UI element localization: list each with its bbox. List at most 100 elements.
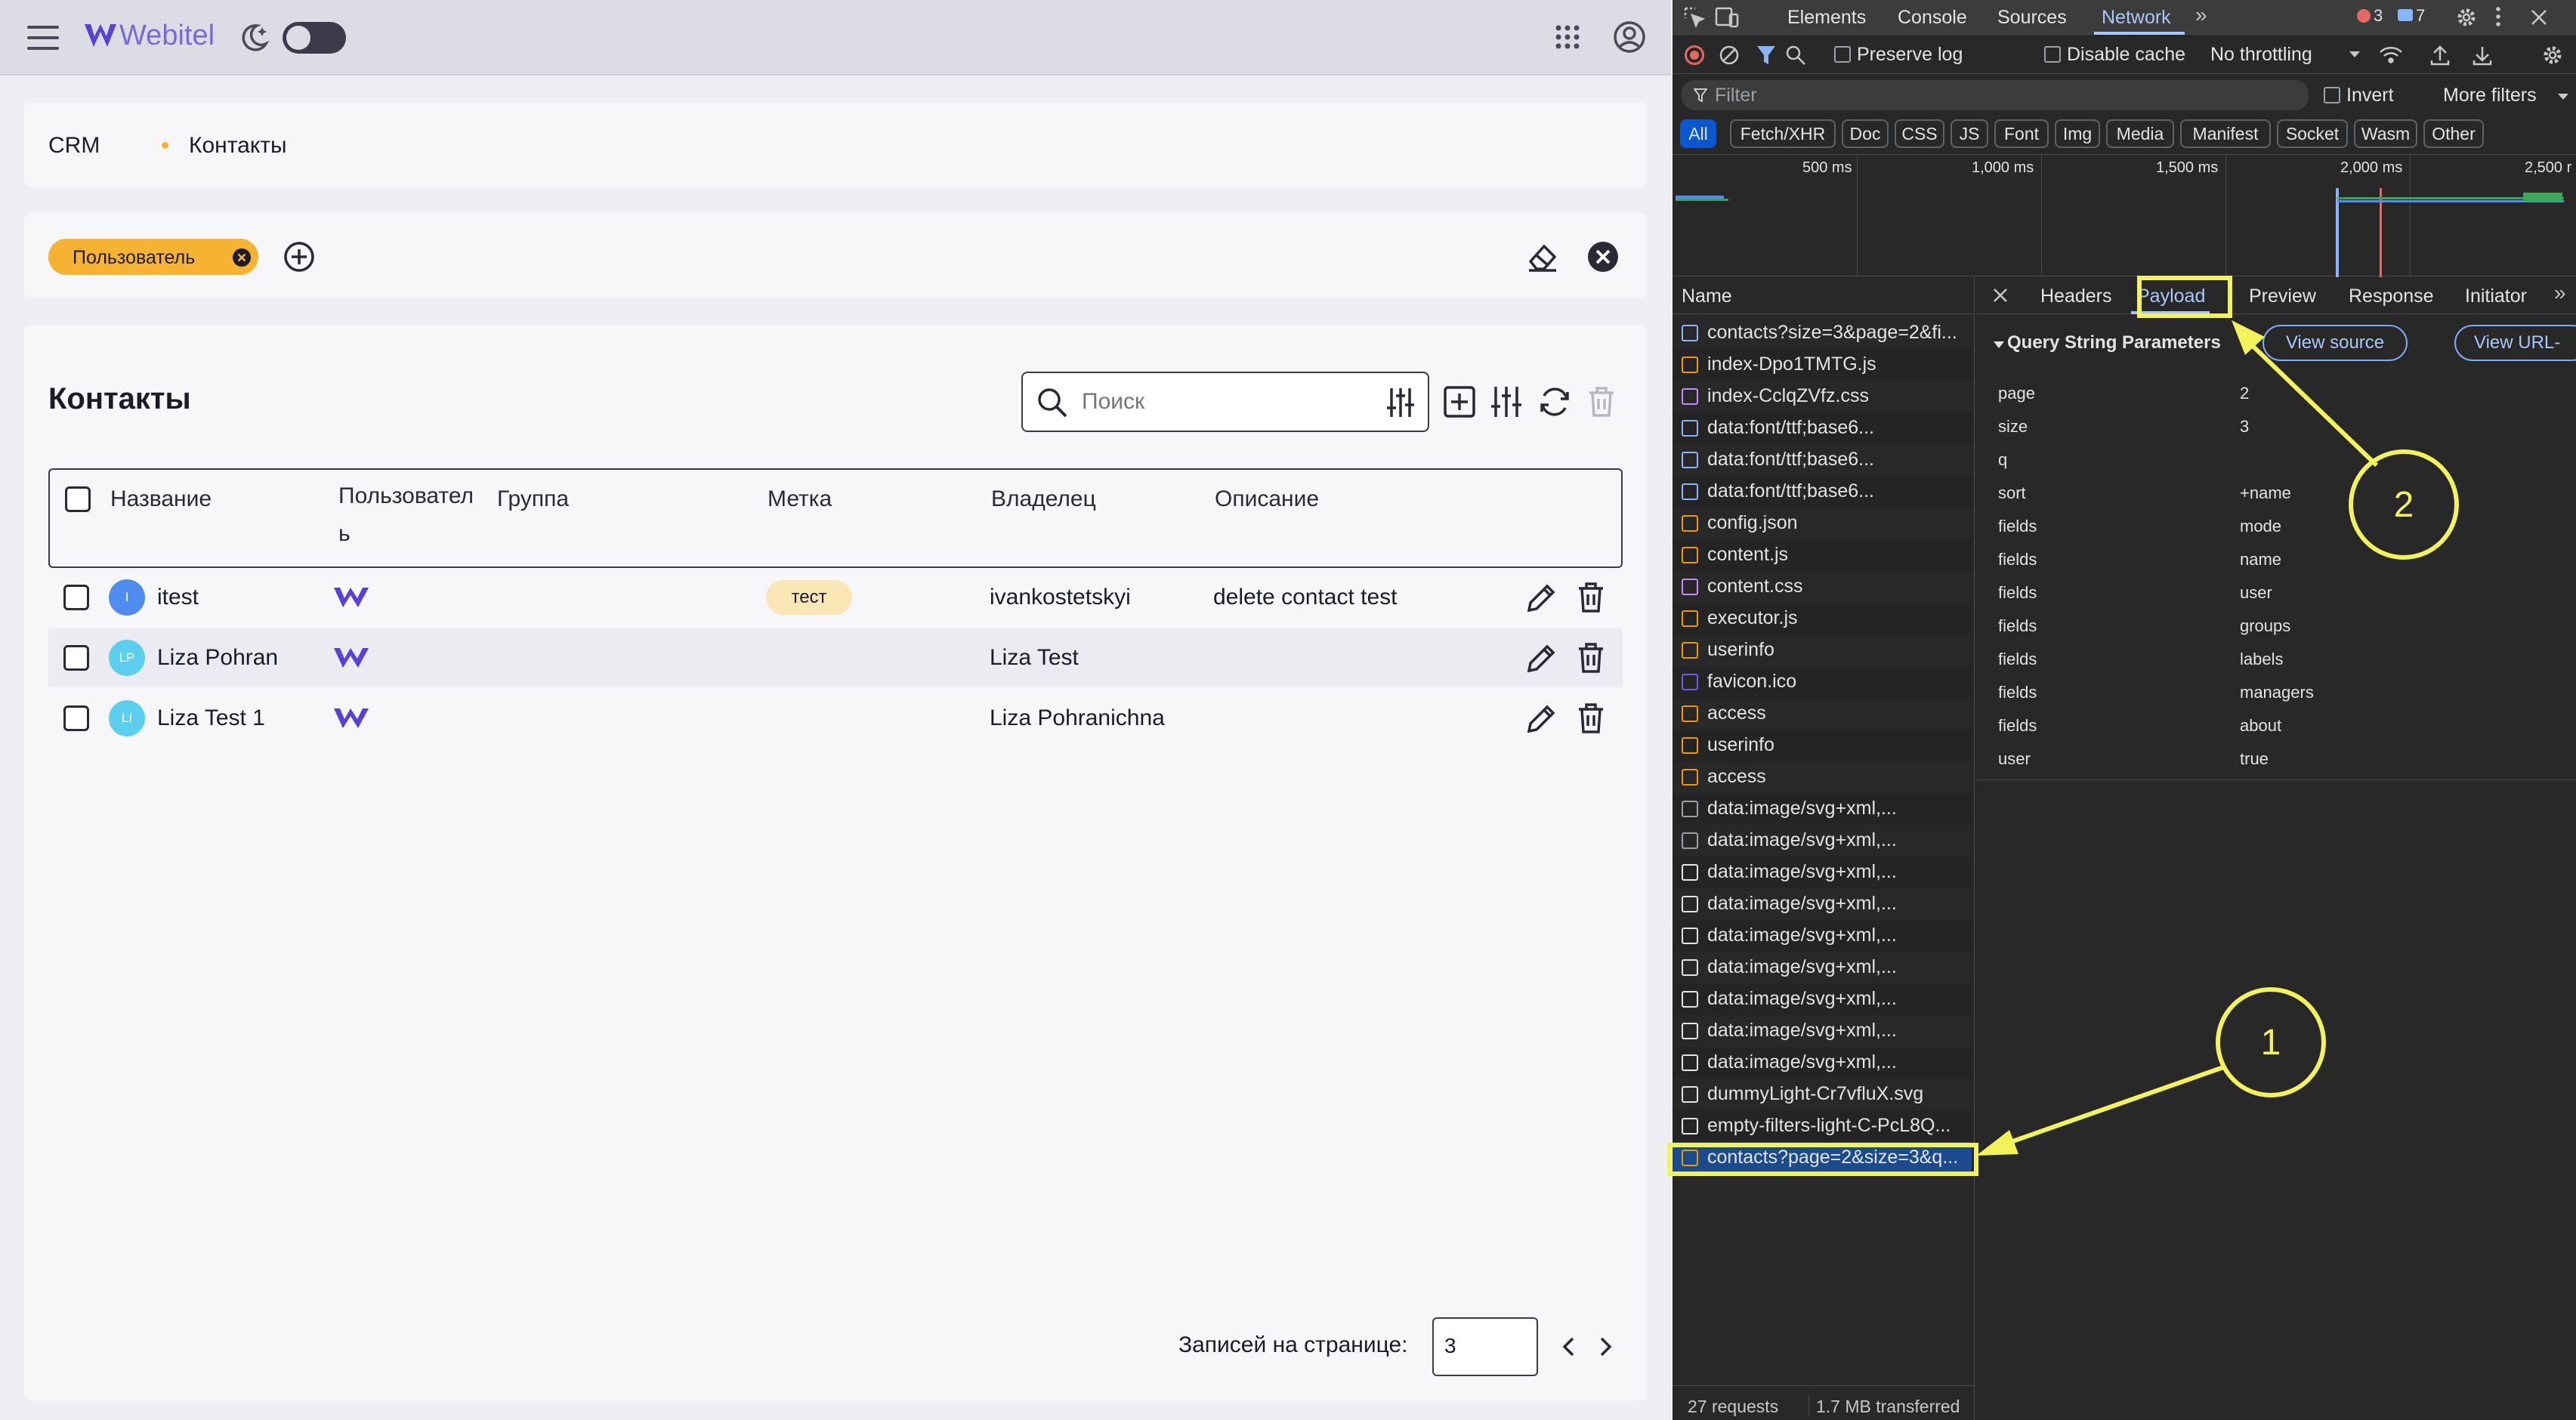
request-row[interactable]: access bbox=[1673, 698, 1972, 730]
theme-toggle[interactable] bbox=[283, 22, 346, 54]
search-icon[interactable] bbox=[1784, 44, 1807, 66]
request-row[interactable]: access bbox=[1673, 761, 1972, 793]
column-header-label[interactable]: Метка bbox=[768, 486, 832, 512]
type-filter-fetch-xhr[interactable]: Fetch/XHR bbox=[1730, 119, 1836, 148]
type-filter-js[interactable]: JS bbox=[1951, 119, 1988, 148]
type-filter-wasm[interactable]: Wasm bbox=[2354, 119, 2417, 148]
request-row[interactable]: data:image/svg+xml,... bbox=[1673, 825, 1972, 857]
close-devtools-icon[interactable] bbox=[2528, 6, 2550, 29]
request-row[interactable]: index-CclqZVfz.css bbox=[1673, 381, 1972, 412]
chip-close-icon[interactable] bbox=[233, 248, 251, 267]
request-row[interactable]: content.css bbox=[1673, 571, 1972, 603]
type-filter-all[interactable]: All bbox=[1680, 119, 1716, 148]
delete-selected-icon[interactable] bbox=[1586, 385, 1617, 418]
request-row[interactable]: contacts?size=3&page=2&fi... bbox=[1673, 317, 1972, 349]
request-row[interactable]: data:font/ttf;base6... bbox=[1673, 444, 1972, 476]
edit-icon[interactable] bbox=[1526, 702, 1558, 734]
column-header-name[interactable]: Название bbox=[110, 486, 212, 512]
refresh-icon[interactable] bbox=[1538, 385, 1571, 418]
export-har-icon[interactable] bbox=[2472, 44, 2493, 66]
preserve-log-checkbox[interactable] bbox=[1834, 46, 1851, 63]
throttling-chevron-down-icon[interactable] bbox=[2349, 51, 2360, 57]
invert-checkbox[interactable] bbox=[2324, 87, 2340, 103]
more-options-icon[interactable] bbox=[2494, 5, 2502, 29]
request-row[interactable]: favicon.ico bbox=[1673, 666, 1972, 698]
contact-name[interactable]: Liza Pohran bbox=[157, 645, 278, 671]
request-row[interactable]: empty-filters-light-C-PcL8Q... bbox=[1673, 1110, 1972, 1142]
view-source-button[interactable]: View source bbox=[2262, 325, 2408, 361]
delete-icon[interactable] bbox=[1576, 702, 1606, 734]
contact-name[interactable]: itest bbox=[157, 585, 199, 610]
message-count[interactable]: 7 bbox=[2416, 6, 2425, 26]
detail-tab-initiator[interactable]: Initiator bbox=[2465, 286, 2527, 307]
throttling-select[interactable]: No throttling bbox=[2210, 44, 2312, 66]
row-checkbox[interactable] bbox=[63, 705, 89, 731]
row-checkbox[interactable] bbox=[63, 645, 89, 671]
per-page-input[interactable]: 3 bbox=[1432, 1317, 1538, 1376]
timeline-overview[interactable]: 500 ms 1,000 ms 1,500 ms 2,000 ms 2,500 … bbox=[1673, 154, 2576, 277]
column-header-user[interactable]: Пользовател ь bbox=[338, 477, 490, 553]
webitel-logo-icon[interactable] bbox=[83, 21, 118, 51]
next-page-icon[interactable] bbox=[1595, 1335, 1615, 1358]
request-row[interactable]: index-Dpo1TMTG.js bbox=[1673, 349, 1972, 381]
delete-icon[interactable] bbox=[1576, 582, 1606, 613]
invert-label[interactable]: Invert bbox=[2346, 85, 2394, 106]
type-filter-font[interactable]: Font bbox=[1994, 119, 2049, 148]
filter-funnel-icon[interactable] bbox=[1756, 44, 1777, 66]
clear-filters-icon[interactable] bbox=[1586, 240, 1620, 273]
request-row[interactable]: userinfo bbox=[1673, 730, 1972, 761]
network-settings-icon[interactable] bbox=[2541, 44, 2564, 66]
tab-network[interactable]: Network bbox=[2102, 7, 2171, 29]
prev-page-icon[interactable] bbox=[1559, 1335, 1579, 1358]
contact-name[interactable]: Liza Test 1 bbox=[157, 705, 265, 731]
request-row[interactable]: executor.js bbox=[1673, 603, 1972, 634]
type-filter-socket[interactable]: Socket bbox=[2277, 119, 2348, 148]
request-row[interactable]: data:image/svg+xml,... bbox=[1673, 952, 1972, 983]
type-filter-img[interactable]: Img bbox=[2055, 119, 2100, 148]
request-row[interactable]: data:image/svg+xml,... bbox=[1673, 920, 1972, 952]
more-filters-button[interactable]: More filters bbox=[2443, 85, 2537, 106]
request-row[interactable]: data:image/svg+xml,... bbox=[1673, 1047, 1972, 1079]
column-header-description[interactable]: Описание bbox=[1215, 486, 1319, 512]
table-row[interactable]: LP Liza Pohran Liza Test bbox=[48, 628, 1623, 687]
inspect-element-icon[interactable] bbox=[1683, 6, 1706, 29]
preserve-log-label[interactable]: Preserve log bbox=[1857, 44, 1963, 66]
network-conditions-icon[interactable] bbox=[2378, 44, 2404, 66]
column-header-group[interactable]: Группа bbox=[497, 486, 569, 512]
more-tabs-icon[interactable]: » bbox=[2195, 3, 2207, 27]
breadcrumb-root[interactable]: CRM bbox=[48, 133, 100, 159]
request-row[interactable]: dummyLight-Cr7vfluX.svg bbox=[1673, 1079, 1972, 1110]
menu-icon[interactable] bbox=[27, 24, 59, 51]
request-row[interactable]: data:image/svg+xml,... bbox=[1673, 888, 1972, 920]
filter-chip[interactable]: Пользователь bbox=[48, 239, 258, 275]
type-filter-css[interactable]: CSS bbox=[1895, 119, 1944, 148]
error-icon[interactable] bbox=[2357, 9, 2371, 23]
request-row[interactable]: data:image/svg+xml,... bbox=[1673, 857, 1972, 888]
import-har-icon[interactable] bbox=[2429, 44, 2451, 66]
more-filters-chevron-down-icon[interactable] bbox=[2558, 94, 2568, 100]
query-params-title[interactable]: Query String Parameters bbox=[2007, 332, 2221, 353]
request-row[interactable]: data:image/svg+xml,... bbox=[1673, 1015, 1972, 1047]
apps-grid-icon[interactable] bbox=[1555, 24, 1580, 50]
eraser-icon[interactable] bbox=[1526, 240, 1559, 273]
name-column-header[interactable]: Name bbox=[1673, 276, 1975, 314]
request-row[interactable]: contacts?page=2&size=3&q... bbox=[1673, 1142, 1972, 1174]
type-filter-media[interactable]: Media bbox=[2106, 119, 2174, 148]
delete-icon[interactable] bbox=[1576, 642, 1606, 674]
device-toolbar-icon[interactable] bbox=[1715, 6, 1739, 29]
request-row[interactable]: data:image/svg+xml,... bbox=[1673, 793, 1972, 825]
detail-tab-preview[interactable]: Preview bbox=[2249, 286, 2316, 307]
error-count[interactable]: 3 bbox=[2374, 6, 2383, 26]
close-detail-icon[interactable] bbox=[1992, 287, 2009, 304]
select-all-checkbox[interactable] bbox=[65, 486, 91, 512]
record-icon[interactable] bbox=[1685, 45, 1704, 65]
request-row[interactable]: data:font/ttf;base6... bbox=[1673, 412, 1972, 444]
account-icon[interactable] bbox=[1612, 20, 1647, 54]
clear-icon[interactable] bbox=[1718, 44, 1740, 66]
type-filter-manifest[interactable]: Manifest bbox=[2180, 119, 2271, 148]
table-row[interactable]: I itest тест ivankostetskyi delete conta… bbox=[48, 568, 1623, 627]
add-filter-icon[interactable] bbox=[283, 240, 316, 273]
request-row[interactable]: config.json bbox=[1673, 508, 1972, 539]
edit-icon[interactable] bbox=[1526, 642, 1558, 674]
section-expand-icon[interactable] bbox=[1994, 341, 2004, 348]
